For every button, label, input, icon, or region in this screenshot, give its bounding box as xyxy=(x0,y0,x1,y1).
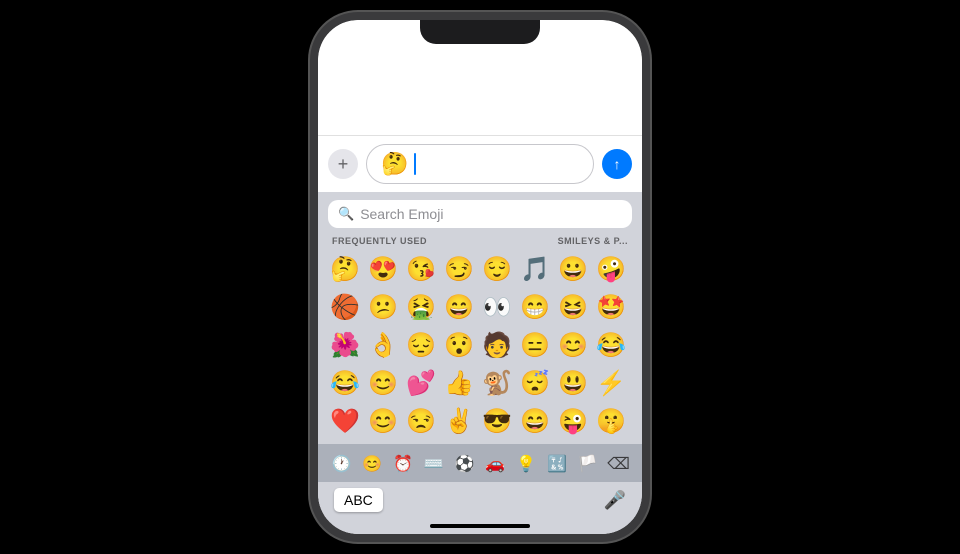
microphone-icon[interactable]: 🎤 xyxy=(604,490,626,511)
emoji-happy[interactable]: 😃 xyxy=(554,364,592,402)
emoji-grinning[interactable]: 😄 xyxy=(516,402,554,440)
emoji-thinking[interactable]: 🤔 xyxy=(326,250,364,288)
emoji-relieved[interactable]: 😌 xyxy=(478,250,516,288)
emoji-ok-hand[interactable]: 👌 xyxy=(364,326,402,364)
emoji-eyes[interactable]: 👀 xyxy=(478,288,516,326)
emoji-shushing[interactable]: 🤫 xyxy=(592,402,630,440)
search-bar-row: 🔍 Search Emoji xyxy=(318,192,642,234)
emoji-search-bar[interactable]: 🔍 Search Emoji xyxy=(328,200,632,228)
emoji-row-5: ❤️ 😊 😒 ✌️ 😎 😄 😜 🤫 xyxy=(326,402,634,440)
emoji-expressionless[interactable]: 😑 xyxy=(516,326,554,364)
emoji-music[interactable]: 🎵 xyxy=(516,250,554,288)
emoji-basketball[interactable]: 🏀 xyxy=(326,288,364,326)
delete-key[interactable]: ⌫ xyxy=(603,450,634,478)
search-icon: 🔍 xyxy=(338,206,354,222)
emoji-heart[interactable]: ❤️ xyxy=(326,402,364,440)
emoji-row-2: 🏀 😕 🤮 😄 👀 😁 😆 🤩 xyxy=(326,288,634,326)
plus-button[interactable]: + xyxy=(328,149,358,179)
emoji-laughing[interactable]: 😄 xyxy=(440,288,478,326)
sports-icon[interactable]: ⚽ xyxy=(449,450,480,478)
text-cursor xyxy=(414,153,416,175)
phone-frame: + 🤔 ↑ 🔍 Search Emoji FREQUENTLY USED S xyxy=(310,12,650,542)
frequently-used-label: FREQUENTLY USED xyxy=(332,236,427,246)
emoji-grid: 🤔 😍 😘 😏 😌 🎵 😀 🤪 🏀 😕 🤮 😄 👀 😁 xyxy=(318,248,642,444)
keyboard-area: 🔍 Search Emoji FREQUENTLY USED SMILEYS &… xyxy=(318,192,642,534)
home-indicator xyxy=(430,524,530,528)
emoji-two-hearts[interactable]: 💕 xyxy=(402,364,440,402)
keyboard-icon[interactable]: ⌨️ xyxy=(418,450,449,478)
emoji-unamused[interactable]: 😒 xyxy=(402,402,440,440)
emoji-kiss[interactable]: 😘 xyxy=(402,250,440,288)
symbols-icon[interactable]: 🔣 xyxy=(542,450,573,478)
emoji-grin[interactable]: 😀 xyxy=(554,250,592,288)
emoji-hushed[interactable]: 😯 xyxy=(440,326,478,364)
send-arrow-icon: ↑ xyxy=(614,156,621,172)
emoji-victory[interactable]: ✌️ xyxy=(440,402,478,440)
message-input-box[interactable]: 🤔 xyxy=(366,144,594,184)
abc-button[interactable]: ABC xyxy=(334,488,383,512)
emoji-smirk[interactable]: 😏 xyxy=(440,250,478,288)
emoji-smiling3[interactable]: 😊 xyxy=(364,402,402,440)
smileys-label: SMILEYS & P... xyxy=(558,236,628,246)
objects-icon[interactable]: 💡 xyxy=(511,450,542,478)
search-placeholder-text: Search Emoji xyxy=(360,206,443,222)
emoji-squinting[interactable]: 😆 xyxy=(554,288,592,326)
emoji-zany[interactable]: 🤪 xyxy=(592,250,630,288)
phone-screen: + 🤔 ↑ 🔍 Search Emoji FREQUENTLY USED S xyxy=(318,20,642,534)
emoji-confused[interactable]: 😕 xyxy=(364,288,402,326)
bottom-bar: ABC 🎤 xyxy=(318,482,642,520)
emoji-winking[interactable]: 😜 xyxy=(554,402,592,440)
clock-icon[interactable]: ⏰ xyxy=(388,450,419,478)
flags-icon[interactable]: 🏳️ xyxy=(572,450,603,478)
smiley-icon[interactable]: 😊 xyxy=(357,450,388,478)
emoji-nauseated[interactable]: 🤮 xyxy=(402,288,440,326)
emoji-laughing2[interactable]: 😂 xyxy=(326,364,364,402)
emoji-starstruck[interactable]: 🤩 xyxy=(592,288,630,326)
emoji-sleeping[interactable]: 😴 xyxy=(516,364,554,402)
recent-icon[interactable]: 🕐 xyxy=(326,450,357,478)
emoji-rofl[interactable]: 😂 xyxy=(592,326,630,364)
emoji-sunglasses[interactable]: 😎 xyxy=(478,402,516,440)
message-bar: + 🤔 ↑ xyxy=(318,135,642,192)
emoji-row-1: 🤔 😍 😘 😏 😌 🎵 😀 🤪 xyxy=(326,250,634,288)
emoji-pensive[interactable]: 😔 xyxy=(402,326,440,364)
emoji-zap[interactable]: ⚡ xyxy=(592,364,630,402)
emoji-categories-header: FREQUENTLY USED SMILEYS & P... xyxy=(318,234,642,248)
input-emoji: 🤔 xyxy=(381,153,408,175)
send-button[interactable]: ↑ xyxy=(602,149,632,179)
transport-icon[interactable]: 🚗 xyxy=(480,450,511,478)
emoji-smiling[interactable]: 😊 xyxy=(554,326,592,364)
emoji-person[interactable]: 🧑 xyxy=(478,326,516,364)
emoji-thumbsup[interactable]: 👍 xyxy=(440,364,478,402)
notch xyxy=(420,20,540,44)
emoji-row-4: 😂 😊 💕 👍 🐒 😴 😃 ⚡ xyxy=(326,364,634,402)
emoji-monkey[interactable]: 🐒 xyxy=(478,364,516,402)
emoji-heart-eyes[interactable]: 😍 xyxy=(364,250,402,288)
emoji-smiling2[interactable]: 😊 xyxy=(364,364,402,402)
keyboard-toolbar: 🕐 😊 ⏰ ⌨️ ⚽ 🚗 💡 🔣 🏳️ ⌫ xyxy=(318,444,642,482)
emoji-beaming[interactable]: 😁 xyxy=(516,288,554,326)
emoji-row-3: 🌺 👌 😔 😯 🧑 😑 😊 😂 xyxy=(326,326,634,364)
emoji-hibiscus[interactable]: 🌺 xyxy=(326,326,364,364)
